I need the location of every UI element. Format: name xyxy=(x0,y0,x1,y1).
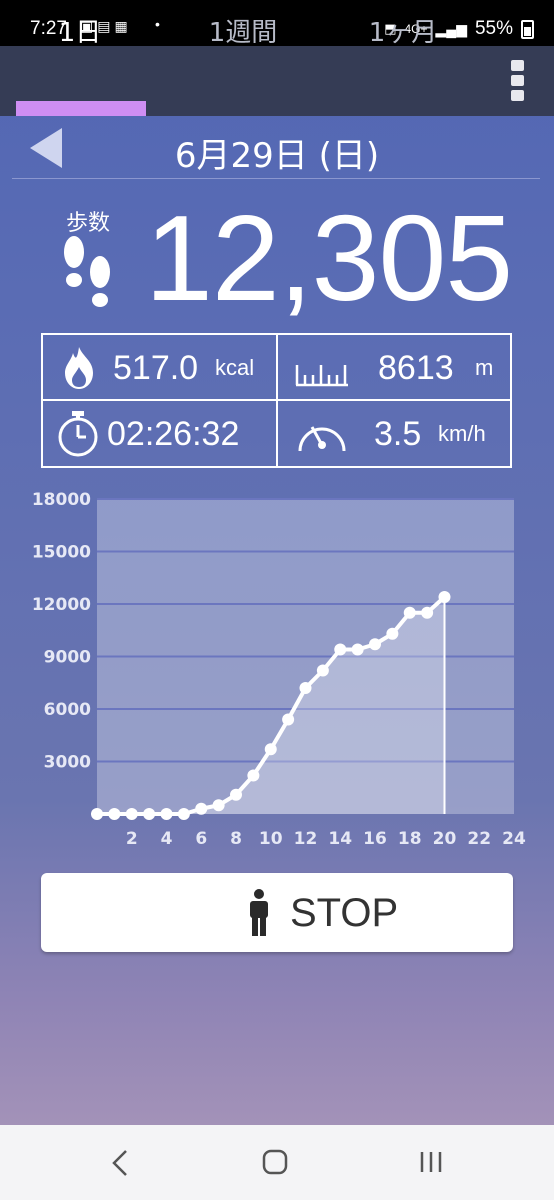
x-tick-label: 6 xyxy=(195,829,207,849)
x-tick-label: 14 xyxy=(328,829,352,849)
data-point xyxy=(91,808,103,820)
data-point xyxy=(282,713,295,726)
battery-icon xyxy=(521,19,534,39)
x-tick-label: 12 xyxy=(294,829,318,849)
data-point xyxy=(212,799,225,812)
speedometer-icon xyxy=(298,426,346,452)
distance-value: 8613 xyxy=(378,349,454,387)
steps-chart: 300060009000120001500018000 2 4 6 8 10 12 14 16… xyxy=(32,490,526,849)
y-tick-label: 9000 xyxy=(44,648,91,668)
stop-button[interactable]: STOP xyxy=(41,873,513,952)
data-point xyxy=(177,808,190,820)
data-point xyxy=(386,627,399,640)
calories-value: 517.0 xyxy=(113,349,199,387)
y-tick-label: 15000 xyxy=(32,543,91,563)
data-point xyxy=(108,808,121,820)
nav-home-icon[interactable] xyxy=(262,1149,288,1175)
data-point xyxy=(316,664,329,677)
stopwatch-icon xyxy=(58,411,98,457)
distance-unit: m xyxy=(475,355,494,380)
calories-unit: kcal xyxy=(215,355,255,380)
active-tab-indicator xyxy=(16,101,146,116)
x-tick-label: 24 xyxy=(502,829,526,849)
tab-week[interactable]: 1週間 xyxy=(178,12,308,49)
data-point xyxy=(247,769,260,782)
data-point xyxy=(299,682,312,694)
y-tick-label: 12000 xyxy=(32,595,91,615)
y-tick-label: 18000 xyxy=(32,490,91,510)
tab-month[interactable]: 1ヶ月 xyxy=(338,12,468,49)
battery-percent: 55% xyxy=(474,18,513,39)
duration-cell: 02:26:32 xyxy=(43,401,276,465)
flame-icon xyxy=(65,347,93,389)
y-tick-label: 3000 xyxy=(44,753,91,773)
data-point xyxy=(438,591,451,603)
calories-cell: 517.0 kcal xyxy=(43,335,276,399)
date-label: 6月29日 (日) xyxy=(174,136,380,176)
overflow-menu-icon[interactable] xyxy=(511,60,527,104)
nav-back-icon[interactable] xyxy=(110,1149,130,1177)
x-tick-label: 8 xyxy=(230,829,242,849)
duration-value: 02:26:32 xyxy=(107,415,240,453)
x-tick-label: 2 xyxy=(126,829,138,849)
notification-dot: • xyxy=(155,16,160,32)
x-tick-label: 16 xyxy=(363,829,387,849)
y-tick-label: 6000 xyxy=(44,700,91,720)
data-point xyxy=(403,606,416,619)
x-tick-label: 20 xyxy=(433,829,457,849)
nav-recents-icon[interactable] xyxy=(418,1149,444,1175)
x-tick-label: 22 xyxy=(467,829,491,849)
speed-value: 3.5 xyxy=(374,415,422,453)
ruler-icon xyxy=(295,365,348,387)
x-tick-label: 10 xyxy=(259,829,283,849)
speed-unit: km/h xyxy=(438,421,486,446)
footprints-icon xyxy=(64,236,110,307)
data-point xyxy=(421,606,434,619)
data-point xyxy=(160,808,173,820)
speed-cell: 3.5 km/h xyxy=(278,401,510,465)
chart-y-axis: 3000 6000 9000 12000 15000 18000 xyxy=(32,490,91,773)
x-tick-label: 4 xyxy=(161,829,173,849)
distance-cell: 8613 m xyxy=(278,335,510,399)
tab-day[interactable]: 1日 xyxy=(15,12,145,49)
stats-grid: 517.0 kcal 8613 m 02:26:32 3.5 km/h xyxy=(41,333,512,468)
system-navigation-bar xyxy=(0,1125,554,1200)
data-point xyxy=(143,808,156,820)
x-tick-label: 18 xyxy=(398,829,422,849)
data-point xyxy=(351,643,364,656)
data-point xyxy=(230,788,242,801)
steps-count: 12,305 xyxy=(145,190,513,326)
person-icon xyxy=(250,889,268,936)
data-point xyxy=(369,638,381,651)
data-point xyxy=(125,808,138,820)
data-point xyxy=(264,743,277,756)
chart-x-axis: 2 4 6 8 10 12 14 16 18 20 22 24 xyxy=(126,829,526,849)
stop-button-label: STOP xyxy=(290,891,399,935)
data-point xyxy=(334,643,347,656)
data-point xyxy=(195,802,208,815)
